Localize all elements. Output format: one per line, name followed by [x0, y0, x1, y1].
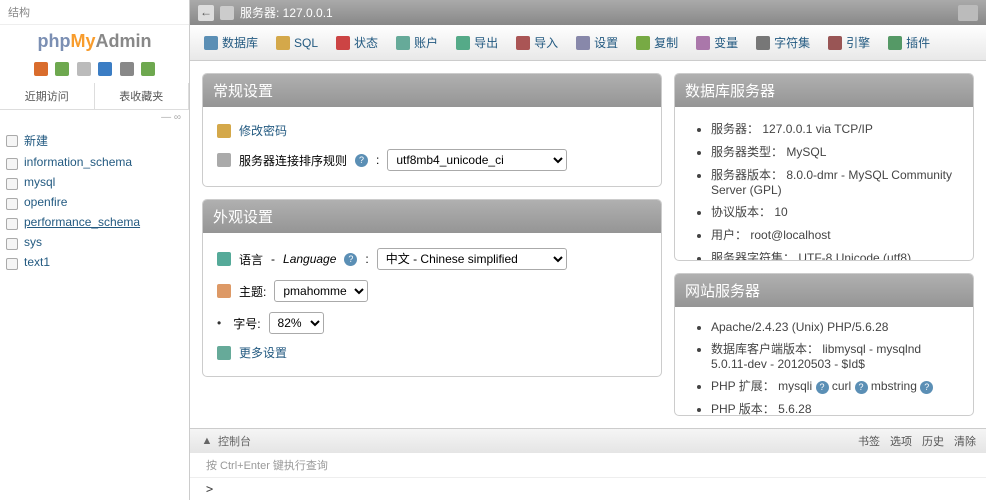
nav-tabs: 近期访问 表收藏夹 — [0, 83, 189, 110]
sql-tab-icon — [276, 36, 290, 50]
console-bookmarks[interactable]: 书签 — [858, 433, 880, 449]
fontsize-label: 字号: — [233, 315, 260, 332]
tab-engines[interactable]: 引擎 — [820, 29, 878, 56]
tree-item-openfire[interactable]: openfire — [0, 192, 189, 212]
logo-admin: Admin — [96, 31, 152, 51]
tab-favorites[interactable]: 表收藏夹 — [95, 83, 190, 109]
help-icon[interactable]: ? — [355, 154, 368, 167]
logo[interactable]: phpMyAdmin — [0, 25, 189, 58]
language-select[interactable]: 中文 - Chinese simplified — [377, 248, 567, 270]
web-server-title: 网站服务器 — [675, 274, 973, 307]
console-history[interactable]: 历史 — [922, 433, 944, 449]
tab-accounts[interactable]: 账户 — [388, 29, 446, 56]
tab-import[interactable]: 导入 — [508, 29, 566, 56]
help-icon[interactable]: ? — [344, 253, 357, 266]
general-settings-panel: 常规设置 修改密码 服务器连接排序规则 ? : utf8mb4_u — [202, 73, 662, 187]
home-icon[interactable] — [34, 62, 48, 76]
db-server-list: 服务器： 127.0.0.1 via TCP/IP 服务器类型： MySQL 服… — [689, 117, 959, 261]
language-label: 语言 — [239, 251, 263, 268]
engines-icon — [828, 36, 842, 50]
db-tree: 新建 information_schema mysql openfire per… — [0, 125, 189, 276]
tree-item-mysql[interactable]: mysql — [0, 172, 189, 192]
help-icon[interactable]: ? — [816, 381, 829, 394]
tab-recent[interactable]: 近期访问 — [0, 83, 95, 109]
language-icon — [217, 252, 231, 266]
general-settings-title: 常规设置 — [203, 74, 661, 107]
web-server-panel: 网站服务器 Apache/2.4.23 (Unix) PHP/5.6.28 数据… — [674, 273, 974, 416]
collation-icon — [217, 153, 231, 167]
appearance-title: 外观设置 — [203, 200, 661, 233]
minimize-button[interactable] — [958, 5, 978, 21]
accounts-icon — [396, 36, 410, 50]
fontsize-select[interactable]: 82% — [269, 312, 324, 334]
tree-item-information-schema[interactable]: information_schema — [0, 152, 189, 172]
tree-item-sys[interactable]: sys — [0, 232, 189, 252]
wrench-icon — [217, 346, 231, 360]
replication-icon — [636, 36, 650, 50]
tab-sql[interactable]: SQL — [268, 29, 326, 56]
appearance-panel: 外观设置 语言 - Language ? : 中文 - Chinese simp… — [202, 199, 662, 377]
tab-plugins[interactable]: 插件 — [880, 29, 938, 56]
export-icon — [456, 36, 470, 50]
logo-my: My — [70, 31, 95, 51]
tab-databases[interactable]: 数据库 — [196, 29, 266, 56]
console-title: 控制台 — [218, 433, 251, 449]
console-input[interactable]: > — [190, 477, 986, 500]
collapse-sidebar-button[interactable]: ← — [198, 5, 214, 21]
logo-php: php — [37, 31, 70, 51]
tree-item-performance-schema[interactable]: performance_schema — [0, 212, 189, 232]
theme-icon — [217, 284, 231, 298]
tab-status[interactable]: 状态 — [328, 29, 386, 56]
settings-tab-icon — [576, 36, 590, 50]
toolbar: 数据库 SQL 状态 账户 导出 导入 设置 复制 变量 字符集 引擎 插件 — [190, 25, 986, 61]
db-server-title: 数据库服务器 — [675, 74, 973, 107]
more-settings-link[interactable]: 更多设置 — [239, 344, 287, 361]
change-password-link[interactable]: 修改密码 — [239, 122, 287, 139]
import-icon — [516, 36, 530, 50]
reload-icon[interactable] — [141, 62, 155, 76]
console-hint: 按 Ctrl+Enter 键执行查询 — [190, 453, 986, 477]
server-icon — [220, 6, 234, 20]
variables-icon — [696, 36, 710, 50]
sql-icon[interactable] — [77, 62, 91, 76]
status-icon — [336, 36, 350, 50]
web-server-list: Apache/2.4.23 (Unix) PHP/5.6.28 数据库客户端版本… — [689, 317, 959, 416]
tab-charset[interactable]: 字符集 — [748, 29, 818, 56]
tab-export[interactable]: 导出 — [448, 29, 506, 56]
logout-icon[interactable] — [55, 62, 69, 76]
main-area: ← 服务器: 127.0.0.1 数据库 SQL 状态 账户 导出 导入 设置 … — [190, 0, 986, 500]
collation-select[interactable]: utf8mb4_unicode_ci — [387, 149, 567, 171]
charset-icon — [756, 36, 770, 50]
settings-icon[interactable] — [120, 62, 134, 76]
sidebar: 结构 phpMyAdmin 近期访问 表收藏夹 — ∞ 新建 informati… — [0, 0, 190, 500]
help-icon[interactable]: ? — [920, 381, 933, 394]
content: 常规设置 修改密码 服务器连接排序规则 ? : utf8mb4_u — [190, 61, 986, 428]
theme-select[interactable]: pmahomme — [274, 280, 368, 302]
server-breadcrumb[interactable]: 服务器: 127.0.0.1 — [240, 4, 333, 21]
tab-settings[interactable]: 设置 — [568, 29, 626, 56]
console-bar: ▲ 控制台 书签 选项 历史 清除 — [190, 429, 986, 453]
lock-icon — [217, 124, 231, 138]
tree-tools[interactable]: — ∞ — [0, 110, 189, 125]
tree-item-text1[interactable]: text1 — [0, 252, 189, 272]
docs-icon[interactable] — [98, 62, 112, 76]
db-server-panel: 数据库服务器 服务器： 127.0.0.1 via TCP/IP 服务器类型： … — [674, 73, 974, 261]
database-icon — [204, 36, 218, 50]
tab-variables[interactable]: 变量 — [688, 29, 746, 56]
tree-new[interactable]: 新建 — [0, 129, 189, 152]
collation-label: 服务器连接排序规则 — [239, 152, 347, 169]
nav-icons — [0, 58, 189, 83]
language-en-label: Language — [283, 252, 336, 266]
console: ▲ 控制台 书签 选项 历史 清除 按 Ctrl+Enter 键执行查询 > — [190, 428, 986, 500]
plugins-icon — [888, 36, 902, 50]
structure-tab[interactable]: 结构 — [0, 0, 189, 25]
help-icon[interactable]: ? — [855, 381, 868, 394]
tab-replication[interactable]: 复制 — [628, 29, 686, 56]
console-options[interactable]: 选项 — [890, 433, 912, 449]
console-toggle-icon[interactable]: ▲ — [200, 435, 214, 447]
theme-label: 主题: — [239, 283, 266, 300]
topbar: ← 服务器: 127.0.0.1 — [190, 0, 986, 25]
console-clear[interactable]: 清除 — [954, 433, 976, 449]
